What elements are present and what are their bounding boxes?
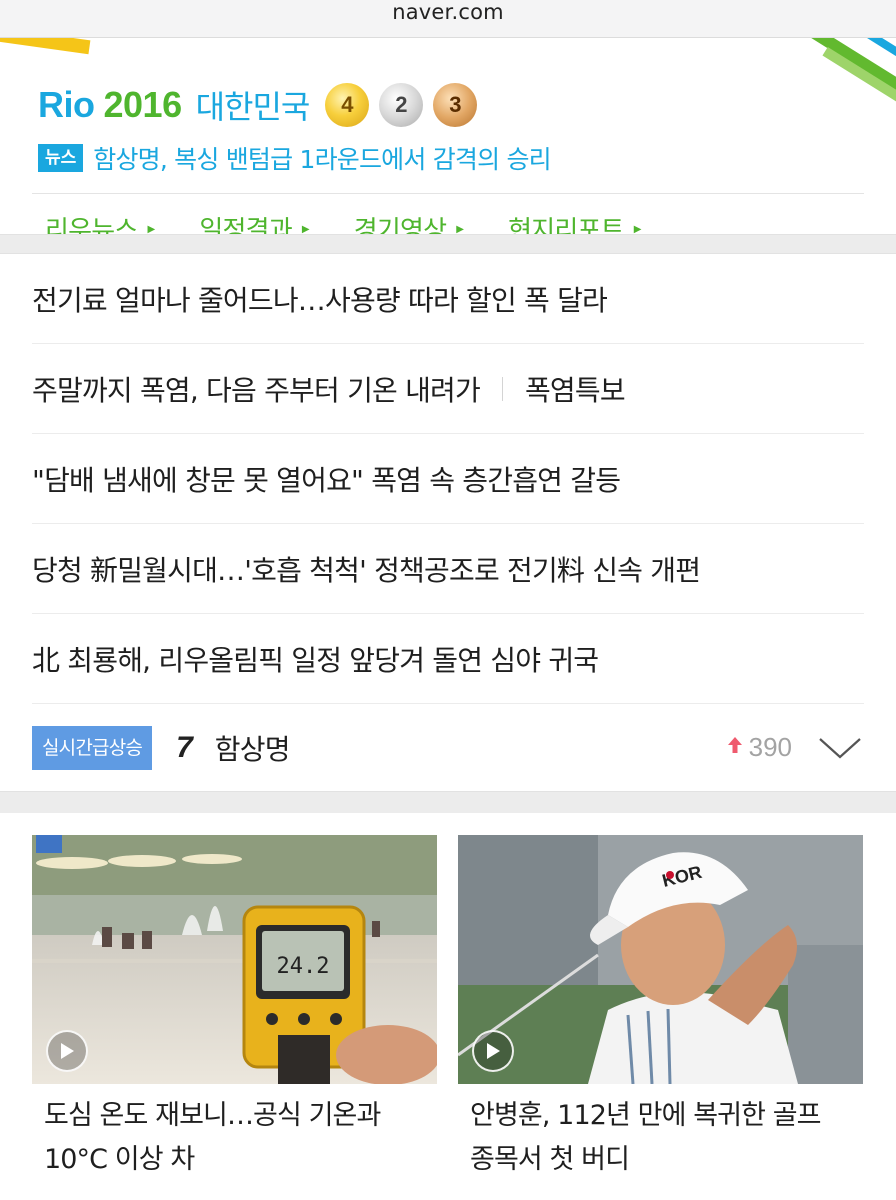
silver-medal-count: 2 bbox=[379, 83, 424, 127]
decor-stripe bbox=[0, 38, 91, 55]
nav-label: 일정결과 bbox=[199, 216, 292, 234]
olympic-brand-row[interactable]: Rio 2016 대한민국 4 2 3 bbox=[38, 82, 478, 128]
thermometer-reading: 24.2 bbox=[277, 954, 330, 979]
caret-right-icon: ▶ bbox=[456, 224, 464, 234]
browser-url-bar[interactable]: naver.com bbox=[0, 0, 896, 38]
nav-label: 리우뉴스 bbox=[45, 216, 138, 234]
olympic-nav-schedule[interactable]: 일정결과 ▶ bbox=[199, 210, 310, 234]
chevron-down-icon[interactable] bbox=[816, 734, 864, 762]
olympic-nav-report[interactable]: 현지리포트 ▶ bbox=[508, 210, 641, 234]
url-text: naver.com bbox=[392, 0, 504, 24]
olympic-nav-rio-news[interactable]: 리우뉴스 ▶ bbox=[45, 210, 155, 234]
headline-item[interactable]: 전기료 얼마나 줄어드나…사용량 따라 할인 폭 달라 bbox=[32, 254, 864, 344]
play-icon[interactable] bbox=[472, 1030, 514, 1072]
brand-year: 2016 bbox=[103, 84, 183, 125]
olympic-news-headline: 함상명, 복싱 밴텀급 1라운드에서 감격의 승리 bbox=[93, 145, 551, 174]
video-thumbnail-fountain[interactable]: 24.2 bbox=[32, 835, 437, 1084]
country-name: 대한민국 bbox=[195, 88, 311, 126]
video-card[interactable]: 24.2 도심 온도 재보니…공식 기온과 10°C 이상 차 bbox=[32, 835, 437, 1182]
trending-term: 함상명 bbox=[214, 732, 291, 766]
video-cards: 24.2 도심 온도 재보니…공식 기온과 10°C 이상 차 KOR 안병훈,… bbox=[0, 813, 896, 1182]
section-gap bbox=[0, 791, 896, 813]
olympic-banner: Rio 2016 대한민국 4 2 3 뉴스 함상명, 복싱 밴텀급 1라운드에… bbox=[0, 38, 896, 234]
title-line: 종목서 첫 버디 bbox=[470, 1144, 630, 1175]
video-card-title[interactable]: 안병훈, 112년 만에 복귀한 골프 종목서 첫 버디 bbox=[458, 1084, 863, 1182]
headline-text: "담배 냄새에 창문 못 열어요" 폭염 속 층간흡연 갈등 bbox=[32, 463, 621, 497]
caret-right-icon: ▶ bbox=[301, 224, 310, 234]
headline-text: 전기료 얼마나 줄어드나…사용량 따라 할인 폭 달라 bbox=[32, 283, 608, 317]
trending-rank: 7 bbox=[176, 730, 193, 764]
caret-right-icon: ▶ bbox=[147, 224, 155, 234]
title-line: 도심 온도 재보니…공식 기온과 bbox=[44, 1100, 381, 1131]
divider bbox=[32, 193, 864, 194]
nav-label: 현지리포트 bbox=[508, 216, 624, 234]
title-line: 안병훈, 112년 만에 복귀한 골프 bbox=[470, 1100, 821, 1131]
arrow-up-icon bbox=[727, 736, 743, 759]
headline-item[interactable]: 北 최룡해, 리우올림픽 일정 앞당겨 돌연 심야 귀국 bbox=[32, 614, 864, 704]
olympic-news-link[interactable]: 뉴스 함상명, 복싱 밴텀급 1라운드에서 감격의 승리 bbox=[38, 140, 552, 176]
headline-item[interactable]: "담배 냄새에 창문 못 열어요" 폭염 속 층간흡연 갈등 bbox=[32, 434, 864, 524]
brand-rio: Rio bbox=[38, 84, 95, 125]
play-icon[interactable] bbox=[46, 1030, 88, 1072]
olympic-nav: 리우뉴스 ▶ 일정결과 ▶ 경기영상 ▶ 현지리포트 ▶ bbox=[0, 210, 896, 234]
trending-count: 390 bbox=[748, 732, 792, 762]
headline-item[interactable]: 주말까지 폭염, 다음 주부터 기온 내려가 폭염특보 bbox=[32, 344, 864, 434]
gold-medal-count: 4 bbox=[325, 83, 370, 127]
section-gap bbox=[0, 234, 896, 254]
olympic-nav-videos[interactable]: 경기영상 ▶ bbox=[353, 210, 464, 234]
headline-item[interactable]: 당청 新밀월시대…'호흡 척척' 정책공조로 전기料 신속 개편 bbox=[32, 524, 864, 614]
decor-stripe bbox=[794, 38, 896, 107]
fountain-photo: 24.2 bbox=[32, 835, 437, 1084]
video-thumbnail-golf[interactable]: KOR bbox=[458, 835, 863, 1084]
news-badge: 뉴스 bbox=[38, 144, 84, 172]
nav-label: 경기영상 bbox=[353, 216, 447, 234]
title-line: 10°C 이상 차 bbox=[44, 1144, 195, 1175]
bronze-medal-count: 3 bbox=[433, 83, 478, 127]
headline-text: 주말까지 폭염, 다음 주부터 기온 내려가 bbox=[32, 373, 481, 407]
caret-right-icon: ▶ bbox=[633, 224, 642, 234]
headline-tag-link[interactable]: 폭염특보 bbox=[525, 369, 626, 409]
trending-badge: 실시간급상승 bbox=[32, 725, 153, 770]
headline-text: 北 최룡해, 리우올림픽 일정 앞당겨 돌연 심야 귀국 bbox=[32, 643, 599, 677]
divider bbox=[501, 376, 503, 401]
golfer-photo: KOR bbox=[458, 835, 863, 1084]
headline-list: 전기료 얼마나 줄어드나…사용량 따라 할인 폭 달라 주말까지 폭염, 다음 … bbox=[0, 254, 896, 704]
video-card[interactable]: KOR 안병훈, 112년 만에 복귀한 골프 종목서 첫 버디 bbox=[458, 835, 863, 1182]
headline-text: 당청 新밀월시대…'호흡 척척' 정책공조로 전기料 신속 개편 bbox=[32, 553, 701, 587]
trending-row[interactable]: 실시간급상승 7 함상명 390 bbox=[0, 704, 896, 791]
video-card-title[interactable]: 도심 온도 재보니…공식 기온과 10°C 이상 차 bbox=[32, 1084, 437, 1182]
